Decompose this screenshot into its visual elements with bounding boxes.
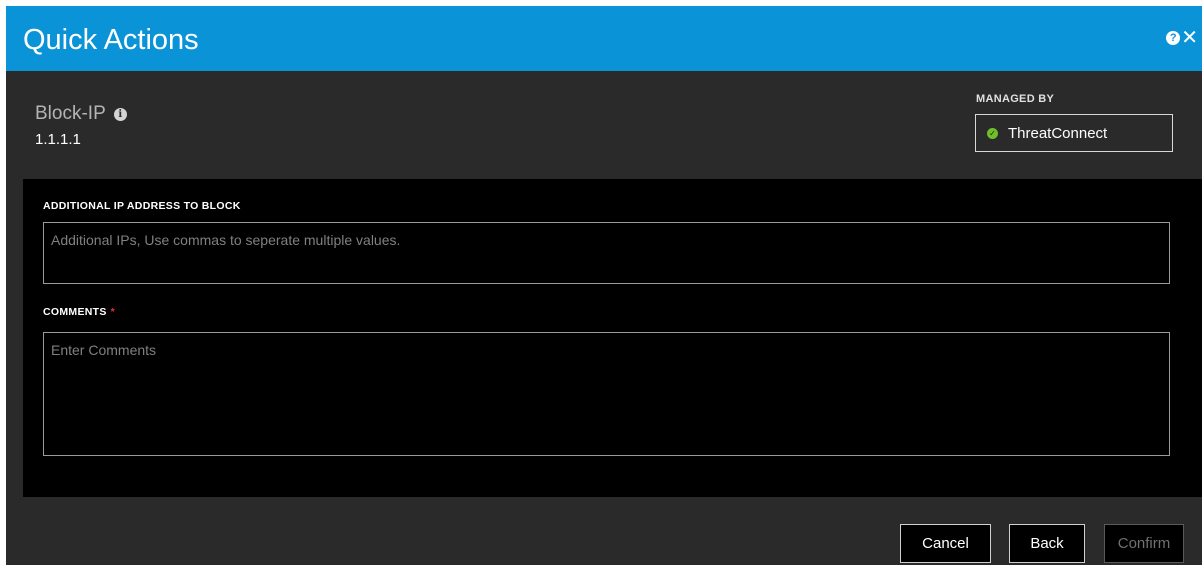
dialog-footer: Cancel Back Confirm — [6, 515, 1202, 565]
cancel-button[interactable]: Cancel — [900, 524, 991, 563]
managed-by-label: MANAGED BY — [976, 93, 1055, 105]
comments-textarea[interactable]: Enter Comments — [43, 332, 1170, 456]
help-icon[interactable]: ? — [1166, 31, 1181, 45]
additional-ip-input[interactable]: Additional IPs, Use commas to seperate m… — [43, 222, 1170, 284]
action-heading: Block-IP i — [35, 103, 127, 125]
managed-by-name: ThreatConnect — [1008, 124, 1108, 142]
comments-label-text: COMMENTS — [43, 306, 107, 318]
dialog-title: Quick Actions — [23, 24, 199, 56]
check-circle-icon: ✓ — [987, 127, 998, 139]
info-icon[interactable]: i — [113, 107, 127, 121]
header-icons: ? ✕ — [1166, 26, 1198, 50]
comments-label: COMMENTS * — [43, 306, 115, 318]
back-button[interactable]: Back — [1009, 524, 1085, 563]
form-panel: ADDITIONAL IP ADDRESS TO BLOCK Additiona… — [23, 179, 1202, 497]
managed-by-box: ✓ ThreatConnect — [975, 114, 1173, 152]
additional-ip-label: ADDITIONAL IP ADDRESS TO BLOCK — [43, 200, 241, 212]
quick-actions-dialog: Quick Actions ? ✕ Block-IP i 1.1.1.1 MAN… — [6, 6, 1202, 565]
action-target: 1.1.1.1 — [35, 131, 81, 148]
dialog-header: Quick Actions ? ✕ — [6, 6, 1202, 71]
additional-ip-label-text: ADDITIONAL IP ADDRESS TO BLOCK — [43, 200, 241, 212]
confirm-button[interactable]: Confirm — [1104, 524, 1184, 563]
comments-placeholder: Enter Comments — [51, 342, 157, 358]
additional-ip-placeholder: Additional IPs, Use commas to seperate m… — [51, 232, 401, 248]
required-indicator: * — [110, 306, 116, 318]
close-icon[interactable]: ✕ — [1181, 28, 1198, 48]
action-name: Block-IP — [35, 103, 106, 124]
